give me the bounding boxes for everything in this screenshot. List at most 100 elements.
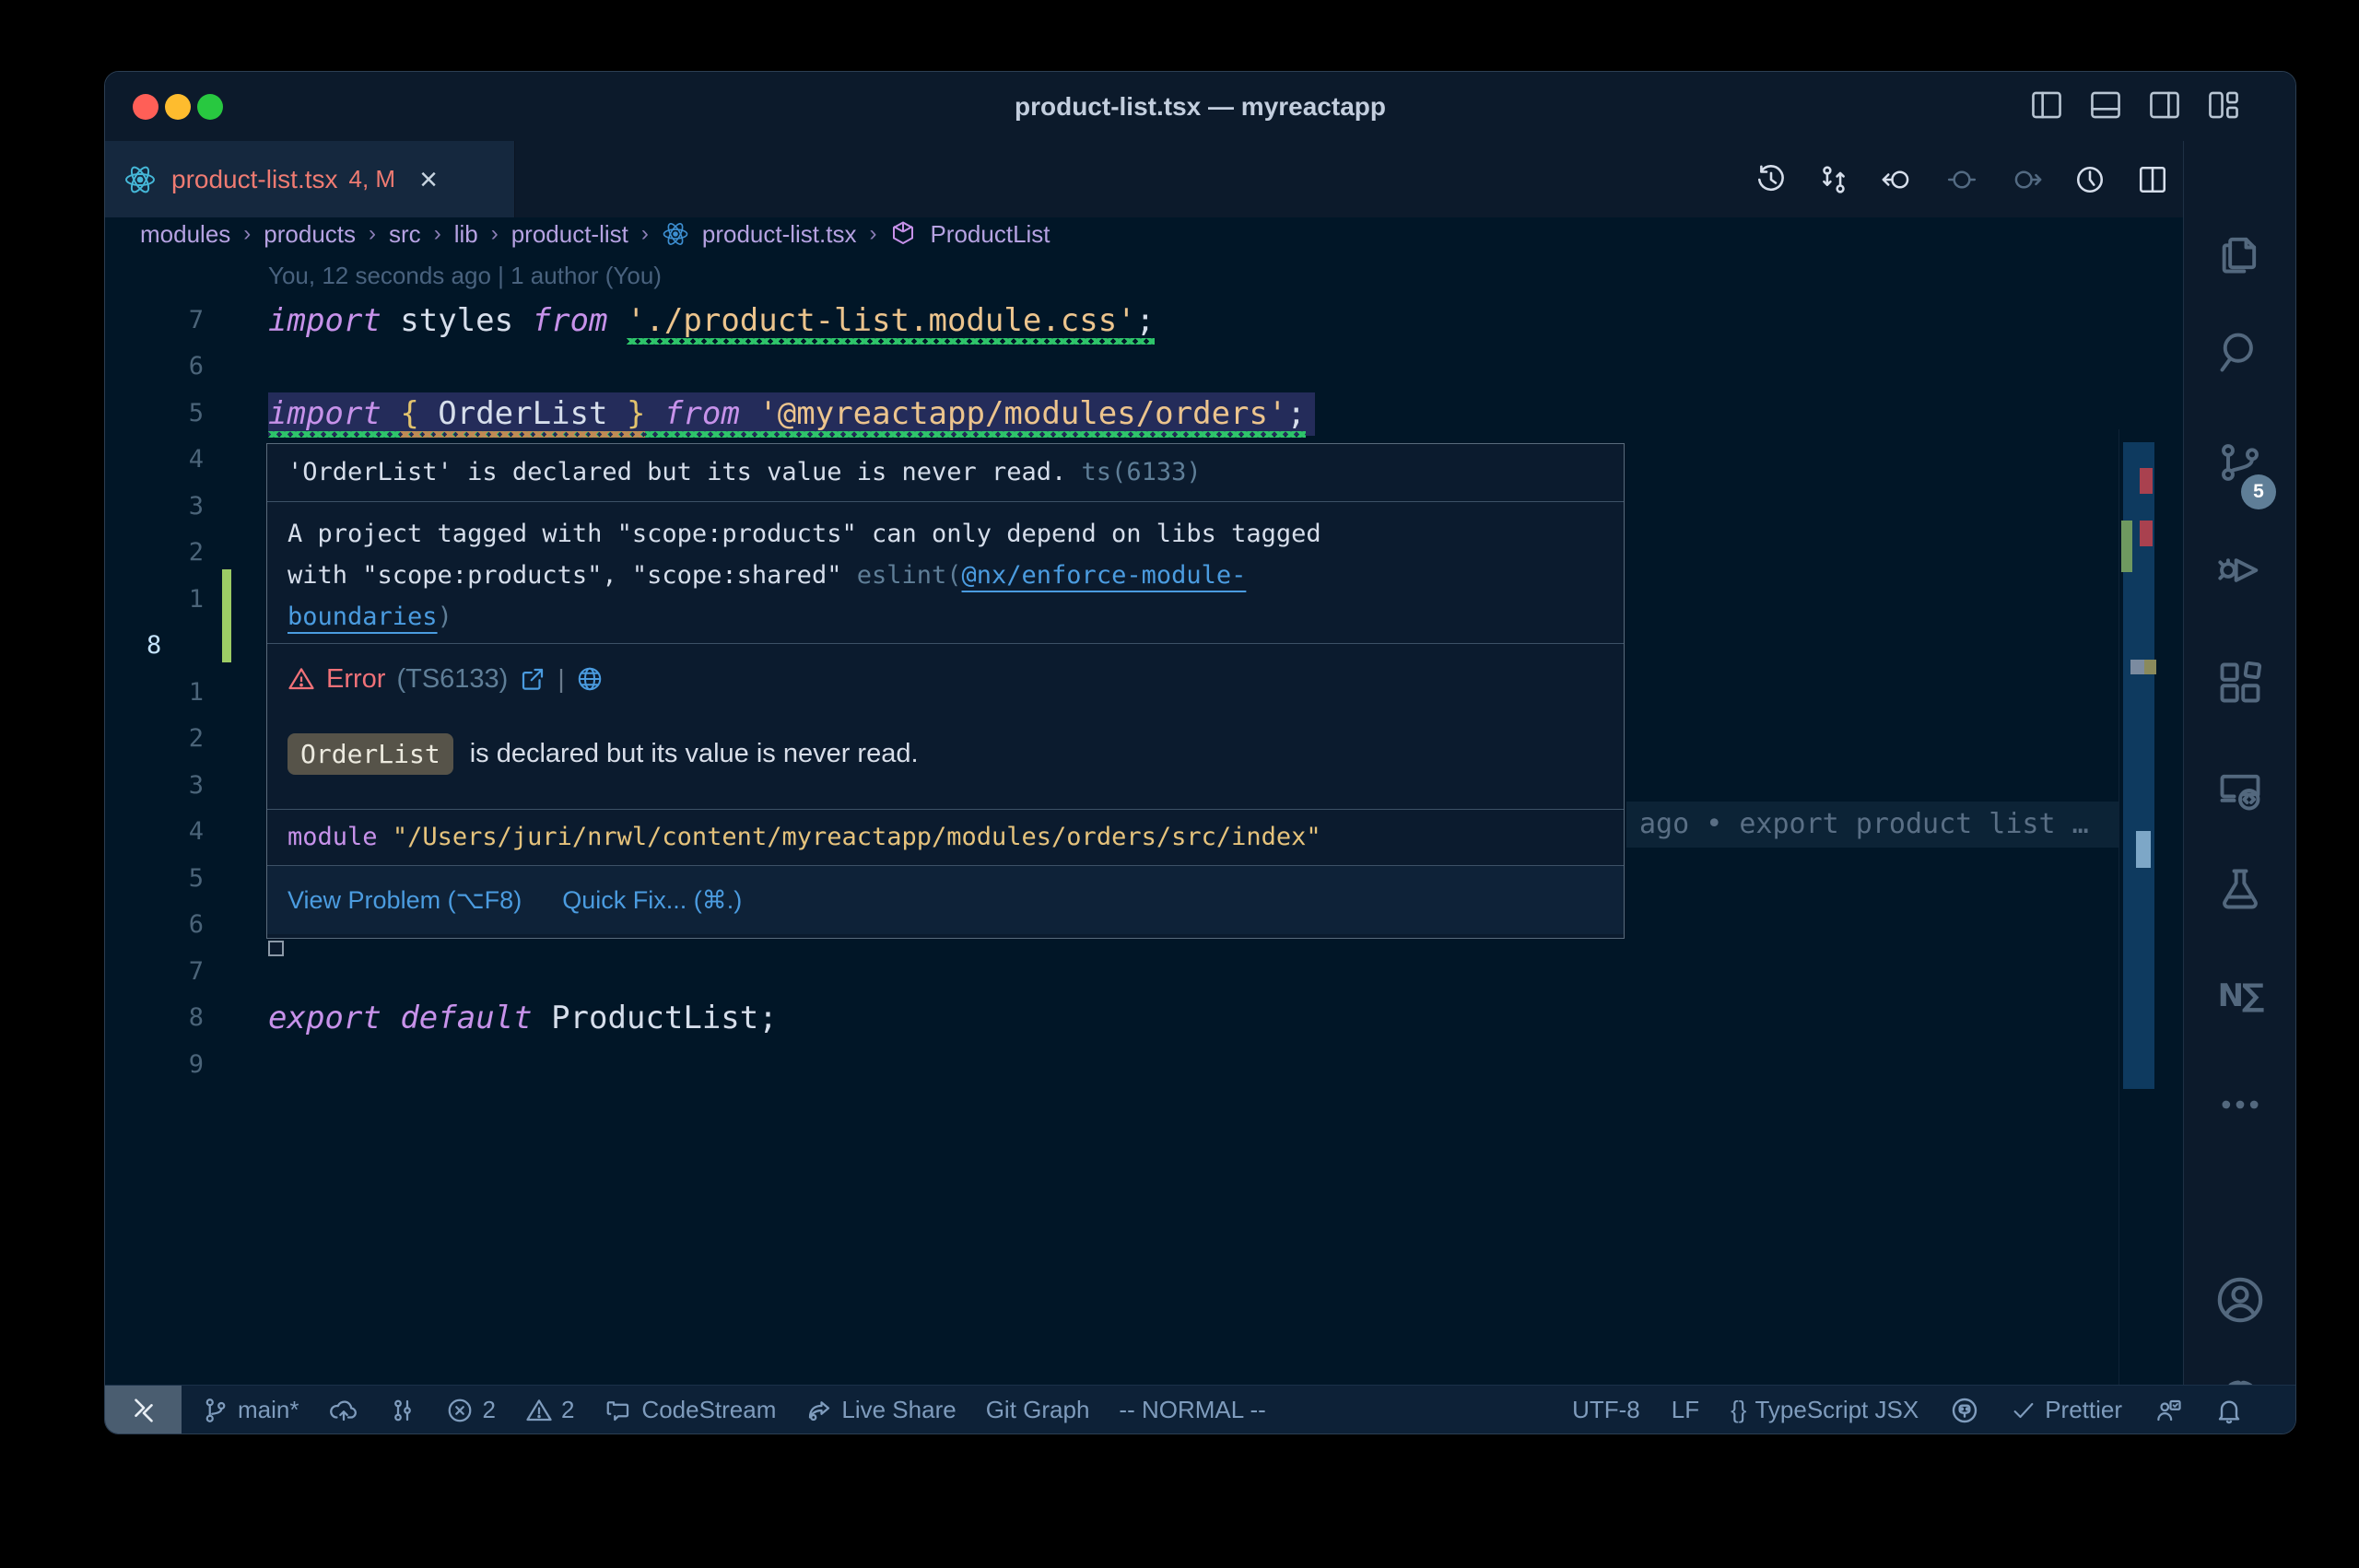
line-number[interactable]: 6: [105, 902, 204, 948]
compare-changes-icon[interactable]: [1818, 164, 1849, 195]
toggle-left-sidebar-icon[interactable]: [2030, 90, 2063, 120]
problems-warnings[interactable]: 2: [525, 1396, 574, 1424]
notifications-bell-icon[interactable]: [2214, 1396, 2244, 1425]
status-bar: main* 2 2 CodeStream: [105, 1385, 2295, 1434]
line-number[interactable]: 8: [105, 995, 204, 1041]
more-views-icon[interactable]: [2216, 1081, 2264, 1129]
extensions-icon[interactable]: [2216, 659, 2264, 707]
overview-added-mark: [2121, 521, 2132, 572]
code-line[interactable]: 8 export default ProductList;: [105, 995, 2183, 1041]
globe-icon[interactable]: [576, 665, 604, 693]
code-text: export default ProductList;: [268, 995, 778, 1041]
code-line[interactable]: 7: [105, 949, 2183, 995]
breadcrumb-products[interactable]: products: [264, 220, 356, 249]
window-title: product-list.tsx — myreactapp: [105, 72, 2295, 141]
live-share-status[interactable]: Live Share: [805, 1396, 956, 1424]
tooltip-actions: View Problem (⌥F8) Quick Fix... (⌘.): [267, 866, 1624, 934]
testing-flask-icon[interactable]: [2216, 865, 2264, 913]
toggle-right-sidebar-icon[interactable]: [2148, 90, 2181, 120]
next-change-icon[interactable]: [2010, 164, 2043, 195]
tab-product-list[interactable]: product-list.tsx 4, M ×: [105, 141, 515, 217]
close-tab-icon[interactable]: ×: [419, 164, 438, 195]
code-line[interactable]: 7import styles from './product-list.modu…: [105, 298, 2183, 344]
error-hover-tooltip: 'OrderList' is declared but its value is…: [266, 443, 1625, 939]
previous-change-icon[interactable]: [1945, 164, 1978, 195]
split-editor-icon[interactable]: [2137, 164, 2168, 195]
line-number[interactable]: 8: [147, 623, 202, 669]
encoding-status[interactable]: UTF-8: [1572, 1396, 1640, 1424]
breadcrumb-product-list[interactable]: product-list: [511, 220, 628, 249]
line-number[interactable]: 2: [105, 530, 204, 576]
line-number[interactable]: 3: [105, 763, 204, 809]
timeline-history-icon[interactable]: [1755, 164, 1787, 195]
line-number[interactable]: 6: [105, 344, 204, 390]
line-number[interactable]: 2: [105, 716, 204, 762]
overview-info-mark: [2130, 660, 2144, 674]
problems-errors[interactable]: 2: [446, 1396, 495, 1424]
breadcrumb-symbol[interactable]: ProductList: [930, 220, 1050, 249]
run-debug-icon[interactable]: [2216, 546, 2264, 594]
breadcrumb-modules[interactable]: modules: [140, 220, 230, 249]
editor-vertical-scrollbar[interactable]: [2118, 429, 2184, 1434]
line-number[interactable]: 7: [105, 298, 204, 344]
line-number[interactable]: 1: [105, 577, 204, 623]
accounts-icon[interactable]: [2214, 1274, 2266, 1326]
line-number[interactable]: 3: [105, 484, 204, 530]
codestream-status[interactable]: CodeStream: [604, 1396, 776, 1424]
line-number[interactable]: 7: [105, 949, 204, 995]
overview-error-mark: [2140, 521, 2153, 546]
tooltip-resize-grip[interactable]: [268, 941, 284, 956]
inline-blame-annotation: ago • export product list …: [1626, 802, 2118, 848]
code-line[interactable]: 6: [105, 344, 2183, 390]
nx-console-icon[interactable]: N∑: [2218, 977, 2263, 1014]
prettier-status[interactable]: Prettier: [2011, 1396, 2122, 1424]
quick-fix-action[interactable]: Quick Fix... (⌘.): [562, 886, 742, 915]
feedback-icon[interactable]: [2154, 1397, 2183, 1424]
error-detail-section: Error(TS6133) | OrderList is declared bu…: [267, 644, 1624, 810]
code-line[interactable]: 9: [105, 1042, 2183, 1088]
git-graph-status[interactable]: Git Graph: [986, 1396, 1090, 1424]
git-branch-status[interactable]: main*: [202, 1396, 299, 1424]
code-text: You, 12 seconds ago | 1 author (You): [268, 251, 662, 297]
overview-warning-mark: [2144, 660, 2156, 674]
breadcrumb-file[interactable]: product-list.tsx: [702, 220, 857, 249]
vim-mode-status[interactable]: -- NORMAL --: [1119, 1396, 1265, 1424]
customize-layout-icon[interactable]: [2207, 90, 2240, 120]
toggle-bottom-panel-icon[interactable]: [2089, 90, 2122, 120]
eol-status[interactable]: LF: [1672, 1396, 1699, 1424]
line-number[interactable]: 4: [105, 437, 204, 483]
open-external-icon[interactable]: [519, 665, 546, 693]
tab-problem-badge: 4, M: [349, 165, 396, 193]
code-text: import { OrderList } from '@myreactapp/m…: [268, 391, 1306, 437]
language-mode-status[interactable]: {}TypeScript JSX: [1731, 1396, 1919, 1424]
line-number[interactable]: 4: [105, 809, 204, 855]
breadcrumb-lib[interactable]: lib: [454, 220, 478, 249]
tab-label: product-list.tsx: [171, 165, 338, 194]
search-icon[interactable]: [2216, 328, 2264, 376]
line-number[interactable]: 5: [105, 856, 204, 902]
scm-badge: 5: [2241, 474, 2276, 509]
line-number[interactable]: 9: [105, 1042, 204, 1088]
ts-error-line: 'OrderList' is declared but its value is…: [267, 444, 1624, 502]
remote-explorer-icon[interactable]: [2216, 766, 2264, 814]
publish-cloud-icon[interactable]: [328, 1397, 359, 1424]
react-icon: [123, 163, 157, 196]
remote-indicator[interactable]: [105, 1386, 182, 1434]
line-number[interactable]: 1: [105, 670, 204, 716]
react-icon: [662, 220, 689, 248]
code-line[interactable]: You, 12 seconds ago | 1 author (You): [105, 251, 2183, 297]
breadcrumb-src[interactable]: src: [389, 220, 421, 249]
code-line[interactable]: 5 import { OrderList } from '@myreactapp/…: [105, 391, 2183, 437]
commits-compare-icon[interactable]: [389, 1397, 417, 1424]
symbol-cube-icon: [889, 220, 917, 248]
github-icon[interactable]: [1950, 1396, 1979, 1425]
view-problem-action[interactable]: View Problem (⌥F8): [288, 886, 522, 915]
eslint-rule-link[interactable]: boundaries: [288, 603, 438, 631]
navigate-back-icon[interactable]: [1881, 164, 1914, 195]
eslint-rule-link[interactable]: @nx/enforce-module-: [962, 561, 1247, 590]
explorer-icon[interactable]: [2216, 229, 2264, 277]
run-timeline-icon[interactable]: [2074, 164, 2106, 195]
line-number[interactable]: 5: [105, 391, 204, 437]
tab-bar: product-list.tsx 4, M ×: [105, 141, 2295, 217]
symbol-chip: OrderList: [288, 733, 453, 775]
